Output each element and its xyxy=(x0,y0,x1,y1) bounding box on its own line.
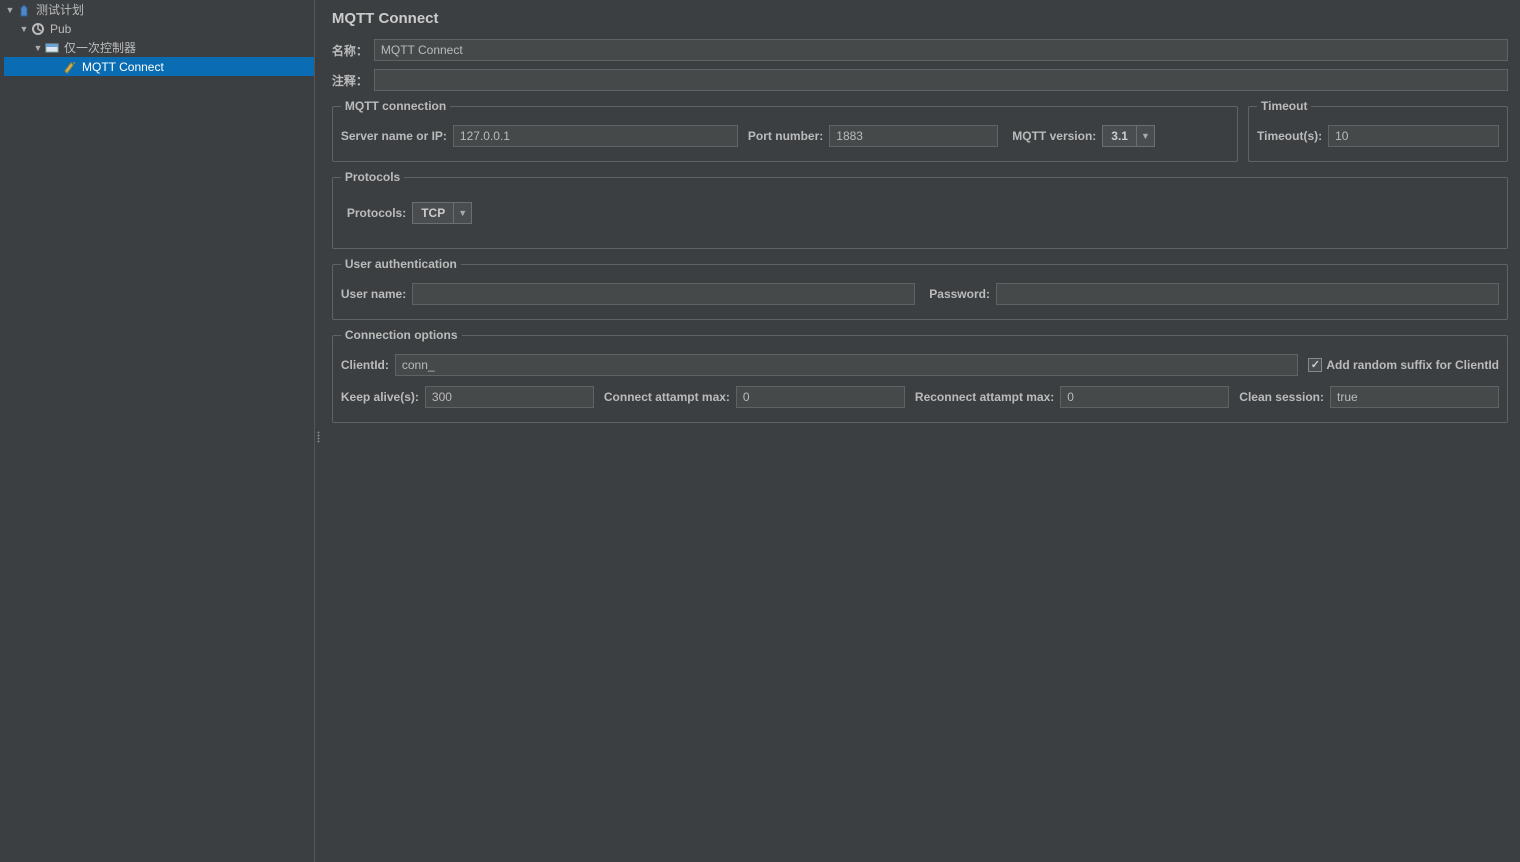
clean-session-label: Clean session: xyxy=(1239,390,1324,404)
checkbox-icon: ✓ xyxy=(1308,358,1322,372)
controller-icon xyxy=(44,40,60,56)
sampler-icon xyxy=(62,59,78,75)
version-select[interactable]: 3.1 ▼ xyxy=(1102,125,1155,147)
keepalive-label: Keep alive(s): xyxy=(341,390,419,404)
mqtt-connection-group: MQTT connection Server name or IP: Port … xyxy=(332,99,1238,162)
username-input[interactable] xyxy=(412,283,915,305)
protocol-label: Protocols: xyxy=(347,206,406,220)
protocols-legend: Protocols xyxy=(341,170,404,184)
server-input[interactable] xyxy=(453,125,738,147)
chevron-down-icon: ▼ xyxy=(1136,126,1154,146)
name-label: 名称： xyxy=(332,42,368,59)
connect-attempt-label: Connect attampt max: xyxy=(604,390,730,404)
timeout-legend: Timeout xyxy=(1257,99,1311,113)
version-value: 3.1 xyxy=(1103,129,1136,143)
threadgroup-icon xyxy=(30,21,46,37)
tree-label: MQTT Connect xyxy=(82,60,164,74)
protocol-select[interactable]: TCP ▼ xyxy=(412,202,472,224)
expand-icon[interactable]: ▼ xyxy=(18,24,30,34)
tree-label: 仅一次控制器 xyxy=(64,39,136,56)
tree-label: 测试计划 xyxy=(36,1,84,18)
random-suffix-checkbox[interactable]: ✓ Add random suffix for ClientId xyxy=(1308,358,1499,372)
expand-icon[interactable]: ▼ xyxy=(32,43,44,53)
conn-options-legend: Connection options xyxy=(341,328,462,342)
port-label: Port number: xyxy=(748,129,823,143)
reconnect-attempt-input[interactable] xyxy=(1060,386,1229,408)
reconnect-attempt-label: Reconnect attampt max: xyxy=(915,390,1054,404)
tree-label: Pub xyxy=(50,22,71,36)
protocol-value: TCP xyxy=(413,206,453,220)
clientid-input[interactable] xyxy=(395,354,1298,376)
password-label: Password: xyxy=(929,287,990,301)
expand-icon[interactable]: ▼ xyxy=(4,5,16,15)
timeout-label: Timeout(s): xyxy=(1257,129,1322,143)
vertical-splitter[interactable] xyxy=(315,0,322,862)
clientid-label: ClientId: xyxy=(341,358,389,372)
port-input[interactable] xyxy=(829,125,998,147)
tree-item-mqtt-connect[interactable]: MQTT Connect xyxy=(4,57,314,76)
chevron-down-icon: ▼ xyxy=(453,203,471,223)
testplan-icon xyxy=(16,2,32,18)
tree-item-pub[interactable]: ▼ Pub xyxy=(0,19,314,38)
server-label: Server name or IP: xyxy=(341,129,447,143)
page-title: MQTT Connect xyxy=(332,6,1508,35)
keepalive-input[interactable] xyxy=(425,386,594,408)
mqtt-connection-legend: MQTT connection xyxy=(341,99,450,113)
timeout-group: Timeout Timeout(s): xyxy=(1248,99,1508,162)
username-label: User name: xyxy=(341,287,406,301)
conn-options-group: Connection options ClientId: ✓ Add rando… xyxy=(332,328,1508,423)
tree-item-root[interactable]: ▼ 测试计划 xyxy=(0,0,314,19)
connect-attempt-input[interactable] xyxy=(736,386,905,408)
auth-group: User authentication User name: Password: xyxy=(332,257,1508,320)
tree-item-controller[interactable]: ▼ 仅一次控制器 xyxy=(0,38,314,57)
editor-panel: MQTT Connect 名称： 注释： MQTT connection Ser… xyxy=(322,0,1520,862)
password-input[interactable] xyxy=(996,283,1499,305)
version-label: MQTT version: xyxy=(1012,129,1096,143)
protocols-group: Protocols Protocols: TCP ▼ xyxy=(332,170,1508,249)
comment-label: 注释： xyxy=(332,72,368,89)
timeout-input[interactable] xyxy=(1328,125,1499,147)
auth-legend: User authentication xyxy=(341,257,461,271)
random-suffix-label: Add random suffix for ClientId xyxy=(1326,358,1499,372)
name-input[interactable] xyxy=(374,39,1508,61)
comment-input[interactable] xyxy=(374,69,1508,91)
tree-panel: ▼ 测试计划 ▼ Pub ▼ 仅一次控制器 MQTT Conne xyxy=(0,0,315,862)
clean-session-input[interactable] xyxy=(1330,386,1499,408)
